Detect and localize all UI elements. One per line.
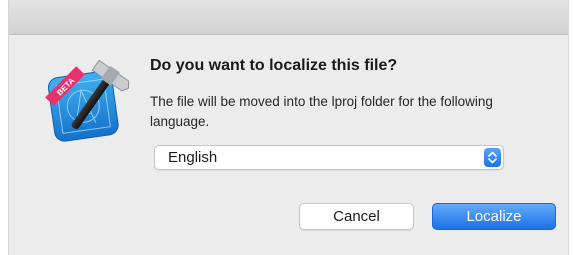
language-select[interactable]: English xyxy=(154,145,504,170)
xcode-beta-icon: BETA xyxy=(37,52,133,148)
select-arrows-icon xyxy=(484,148,501,167)
localize-button[interactable]: Localize xyxy=(432,203,556,230)
language-select-value: English xyxy=(168,149,218,166)
cancel-button[interactable]: Cancel xyxy=(299,203,414,230)
dialog-titlebar xyxy=(9,0,568,35)
dialog-title: Do you want to localize this file? xyxy=(150,57,398,74)
dialog-message: The file will be moved into the lproj fo… xyxy=(150,94,493,129)
localize-dialog: BETA Do you want to localize this file? … xyxy=(8,0,569,255)
